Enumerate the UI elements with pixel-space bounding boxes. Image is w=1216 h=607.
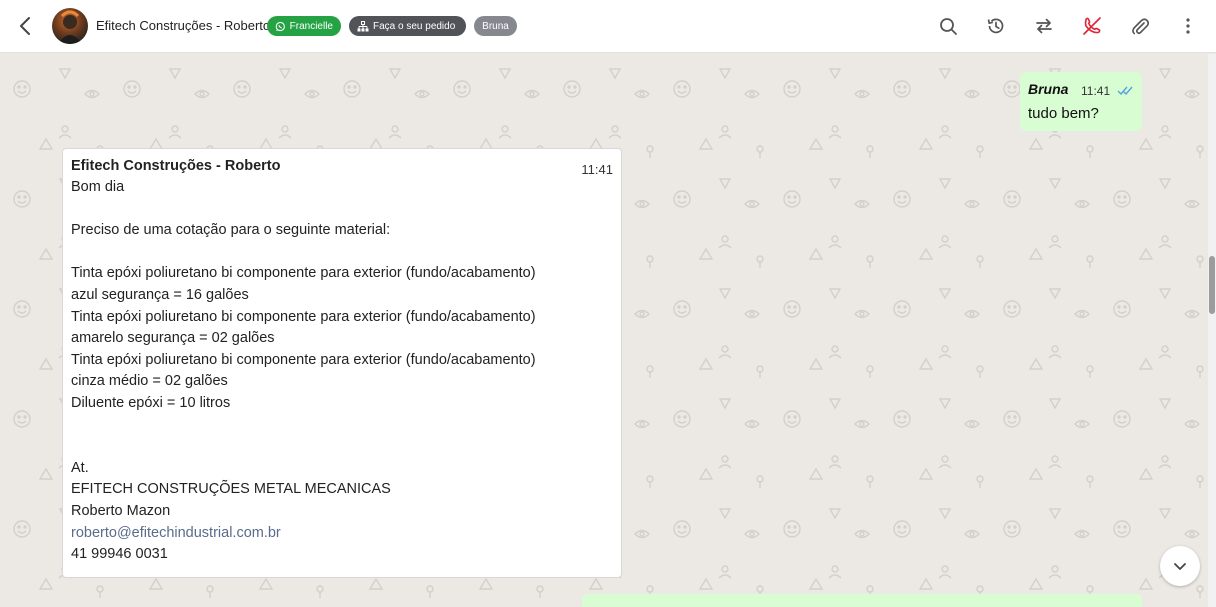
tag-label: Faça o seu pedido xyxy=(373,20,456,32)
message-time: 11:41 xyxy=(1081,84,1111,98)
whatsapp-icon xyxy=(275,21,285,31)
email-link[interactable]: roberto@efitechindustrial.com.br xyxy=(71,523,613,545)
transfer-icon[interactable] xyxy=(1033,15,1055,37)
tag-faca-o-seu-pedido[interactable]: Faça o seu pedido xyxy=(349,16,466,36)
search-icon[interactable] xyxy=(937,15,959,37)
scrollbar[interactable] xyxy=(1208,54,1216,607)
message-line: EFITECH CONSTRUÇÕES METAL MECANICAS xyxy=(71,481,391,498)
org-chart-icon xyxy=(357,20,369,31)
incoming-message[interactable]: Efitech Construções - Roberto 11:41 Bom … xyxy=(62,148,622,578)
scrollbar-thumb[interactable] xyxy=(1209,256,1215,314)
message-text: tudo bem? xyxy=(1028,105,1099,122)
chevron-down-icon xyxy=(1174,563,1186,570)
message-sender: Efitech Construções - Roberto xyxy=(71,158,281,174)
message-body: Bom dia Preciso de uma cotação para o se… xyxy=(71,177,613,566)
message-line: Roberto Mazon xyxy=(71,502,171,519)
message-line: cinza médio = 02 galões xyxy=(71,373,228,390)
message-line: Preciso de uma cotação para o seguinte m… xyxy=(71,222,391,239)
message-line: Tinta epóxi poliuretano bi componente pa… xyxy=(71,265,536,282)
message-line: amarelo segurança = 02 galões xyxy=(71,330,275,347)
message-line: azul segurança = 16 galões xyxy=(71,286,249,303)
message-line xyxy=(71,436,613,458)
tag-label: Francielle xyxy=(289,20,333,32)
more-icon[interactable] xyxy=(1177,15,1199,37)
chat-header: Efitech Construções - Roberto Francielle… xyxy=(0,0,1216,53)
message-line xyxy=(71,242,613,264)
avatar-photo xyxy=(58,10,82,44)
scroll-down-button[interactable] xyxy=(1160,546,1200,586)
outgoing-message-partial[interactable] xyxy=(582,594,1142,607)
back-arrow-icon[interactable] xyxy=(14,14,36,38)
tag-label: Bruna xyxy=(482,20,509,32)
message-time: 11:41 xyxy=(581,162,613,177)
message-line xyxy=(71,415,613,437)
message-line xyxy=(71,199,613,221)
message-line: At. xyxy=(71,459,89,476)
chat-area[interactable]: Bruna 11:41 tudo bem? Efitech Construçõe… xyxy=(0,54,1208,607)
message-line: Tinta epóxi poliuretano bi componente pa… xyxy=(71,351,536,368)
history-icon[interactable] xyxy=(985,15,1007,37)
avatar[interactable] xyxy=(52,8,88,44)
attach-icon[interactable] xyxy=(1129,15,1151,37)
tag-francielle[interactable]: Francielle xyxy=(267,16,341,36)
read-receipt-icon xyxy=(1117,86,1133,96)
message-line: 41 99946 0031 xyxy=(71,546,168,563)
tag-bruna[interactable]: Bruna xyxy=(474,16,517,36)
chat-title[interactable]: Efitech Construções - Roberto xyxy=(96,18,270,33)
end-call-icon[interactable] xyxy=(1081,15,1103,37)
message-line: Bom dia xyxy=(71,179,125,195)
outgoing-message[interactable]: Bruna 11:41 tudo bem? xyxy=(1020,72,1142,131)
message-line: Tinta epóxi poliuretano bi componente pa… xyxy=(71,308,536,325)
message-line: Diluente epóxi = 10 litros xyxy=(71,394,231,411)
